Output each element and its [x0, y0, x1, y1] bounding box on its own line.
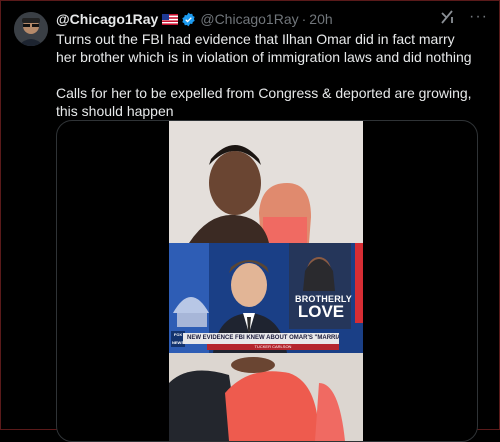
header-actions: ···: [439, 9, 488, 25]
media-container[interactable]: BROTHERLY LOVE FOX NEWS NEW EVIDENCE FBI…: [56, 120, 478, 442]
segment-title-line2: LOVE: [297, 302, 345, 321]
more-options-icon[interactable]: ···: [469, 9, 488, 25]
display-name[interactable]: @Chicago1Ray: [56, 11, 158, 27]
tweet-header: @Chicago1Ray @Chicago1Ray · 20h: [56, 9, 490, 29]
tweet-paragraph-1: Turns out the FBI had evidence that Ilha…: [56, 31, 472, 65]
separator-dot: ·: [301, 11, 307, 27]
news-chyron-sub: TUCKER CARLSON: [207, 344, 339, 350]
tweet-paragraph-2: Calls for her to be expelled from Congre…: [56, 85, 472, 119]
timestamp[interactable]: 20h: [309, 11, 332, 27]
video-player[interactable]: BROTHERLY LOVE FOX NEWS NEW EVIDENCE FBI…: [169, 121, 363, 441]
avatar[interactable]: [14, 12, 48, 46]
avatar-image: [14, 12, 48, 46]
verified-badge-icon[interactable]: [181, 12, 196, 27]
couple-photo: [169, 121, 363, 243]
user-handle[interactable]: @Chicago1Ray: [200, 11, 298, 27]
segment-title: BROTHERLY LOVE: [295, 294, 352, 321]
us-flag-icon: [162, 13, 179, 25]
tweet-text: Turns out the FBI had evidence that Ilha…: [56, 30, 476, 120]
grok-icon[interactable]: [439, 9, 455, 25]
news-clip: BROTHERLY LOVE FOX NEWS NEW EVIDENCE FBI…: [169, 243, 363, 353]
news-chyron: NEW EVIDENCE FBI KNEW ABOUT OMAR'S "MARR…: [183, 333, 339, 344]
couple-photo-bottom: [169, 353, 363, 441]
